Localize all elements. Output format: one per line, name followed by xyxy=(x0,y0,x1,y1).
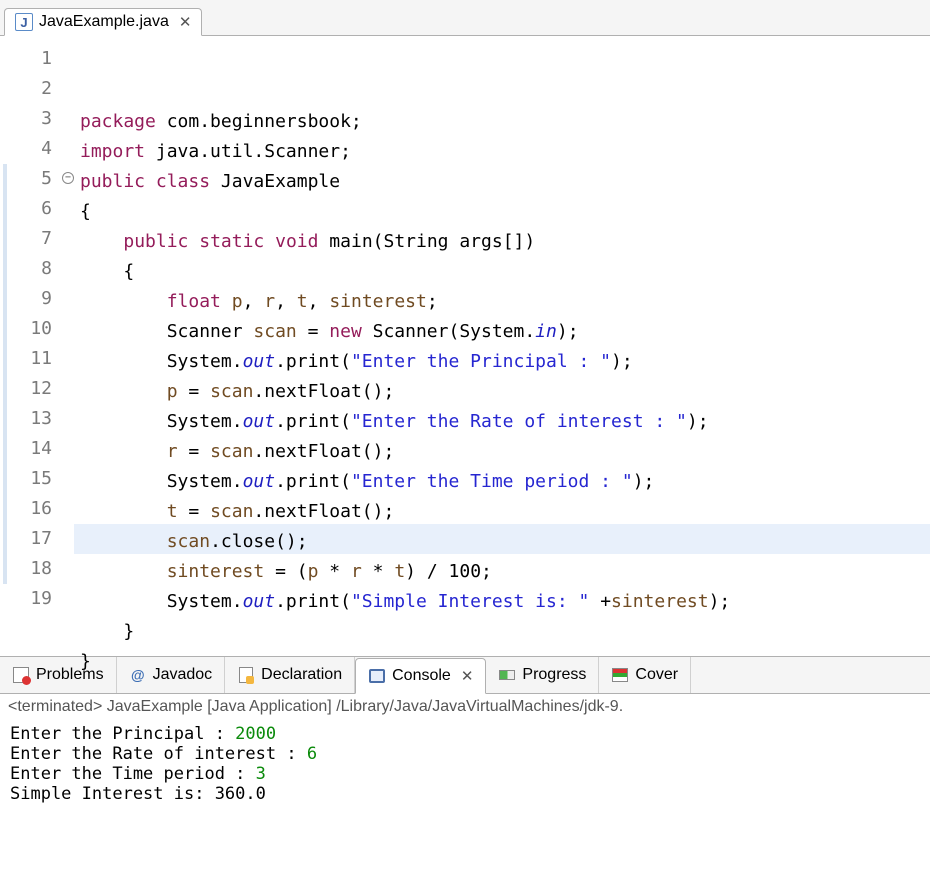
code-line[interactable]: p = scan.nextFloat(); xyxy=(80,377,930,407)
code-line[interactable]: System.out.print("Enter the Rate of inte… xyxy=(80,407,930,437)
fold-toggle-icon[interactable]: − xyxy=(62,172,74,184)
line-number: 1 xyxy=(10,44,58,74)
code-line[interactable]: } xyxy=(80,647,930,677)
line-number: 9 xyxy=(10,284,58,314)
console-line: Enter the Principal : 2000 xyxy=(10,724,920,744)
line-number: 16 xyxy=(10,494,58,524)
code-line[interactable]: Scanner scan = new Scanner(System.in); xyxy=(80,317,930,347)
code-line[interactable]: package com.beginnersbook; xyxy=(80,107,930,137)
line-number: 4 xyxy=(10,134,58,164)
code-area[interactable]: package com.beginnersbook;import java.ut… xyxy=(74,36,930,656)
code-line[interactable]: System.out.print("Enter the Principal : … xyxy=(80,347,930,377)
code-editor[interactable]: 12345678910111213141516171819 − package … xyxy=(0,36,930,656)
editor-tabbar: J JavaExample.java ✕ xyxy=(0,0,930,36)
line-number: 3 xyxy=(10,104,58,134)
line-number: 10 xyxy=(10,314,58,344)
code-line[interactable]: { xyxy=(80,197,930,227)
line-number: 11 xyxy=(10,344,58,374)
code-line[interactable]: float p, r, t, sinterest; xyxy=(80,287,930,317)
line-number: 14 xyxy=(10,434,58,464)
line-number: 5 xyxy=(10,164,58,194)
line-number: 15 xyxy=(10,464,58,494)
line-number: 7 xyxy=(10,224,58,254)
code-line[interactable]: scan.close(); xyxy=(80,527,930,557)
console-line: Enter the Rate of interest : 6 xyxy=(10,744,920,764)
line-number: 2 xyxy=(10,74,58,104)
editor-tab-active[interactable]: J JavaExample.java ✕ xyxy=(4,8,202,36)
code-line[interactable]: r = scan.nextFloat(); xyxy=(80,437,930,467)
line-number: 13 xyxy=(10,404,58,434)
line-number-gutter: 12345678910111213141516171819 xyxy=(10,36,62,656)
java-file-icon: J xyxy=(15,13,33,31)
line-number: 12 xyxy=(10,374,58,404)
code-line[interactable]: public static void main(String args[]) xyxy=(80,227,930,257)
folding-range-strip xyxy=(0,36,10,656)
line-number: 8 xyxy=(10,254,58,284)
console-line: Simple Interest is: 360.0 xyxy=(10,784,920,804)
close-icon[interactable]: ✕ xyxy=(175,13,192,31)
fold-strip: − xyxy=(62,36,74,656)
code-line[interactable]: { xyxy=(80,257,930,287)
code-line[interactable]: public class JavaExample xyxy=(80,167,930,197)
code-line[interactable]: System.out.print("Enter the Time period … xyxy=(80,467,930,497)
code-line[interactable]: } xyxy=(80,617,930,647)
line-number: 18 xyxy=(10,554,58,584)
line-number: 6 xyxy=(10,194,58,224)
code-line[interactable]: t = scan.nextFloat(); xyxy=(80,497,930,527)
method-range-bar xyxy=(3,164,7,584)
line-number: 17 xyxy=(10,524,58,554)
code-line[interactable]: sinterest = (p * r * t) / 100; xyxy=(80,557,930,587)
code-line[interactable]: System.out.print("Simple Interest is: " … xyxy=(80,587,930,617)
editor-tab-label: JavaExample.java xyxy=(39,13,169,31)
line-number: 19 xyxy=(10,584,58,614)
console-line: Enter the Time period : 3 xyxy=(10,764,920,784)
console-output[interactable]: Enter the Principal : 2000Enter the Rate… xyxy=(0,718,930,810)
problems-icon xyxy=(12,666,30,684)
code-line[interactable]: import java.util.Scanner; xyxy=(80,137,930,167)
